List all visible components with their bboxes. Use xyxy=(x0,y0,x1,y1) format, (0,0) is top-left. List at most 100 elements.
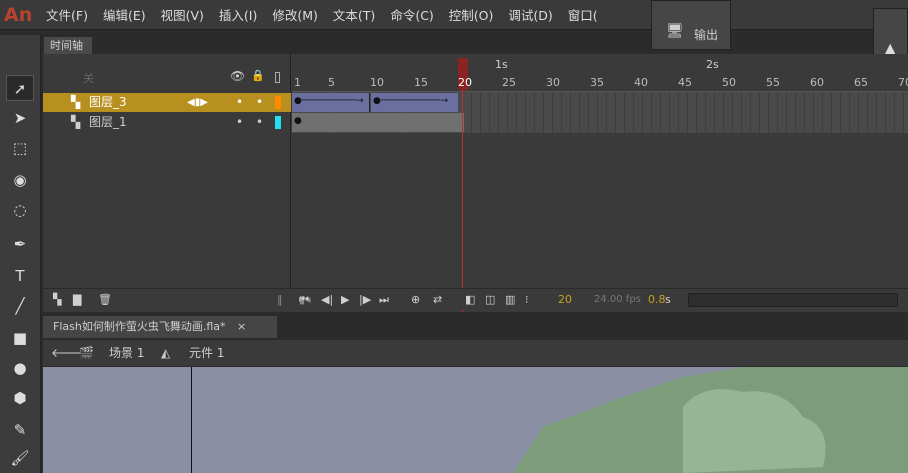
eye-icon[interactable]: 👁 xyxy=(230,69,245,83)
ruler-label: 35 xyxy=(590,76,604,89)
menu-edit[interactable]: 编辑(E) xyxy=(103,5,146,24)
symbol-icon: ◭ xyxy=(161,346,171,360)
polystar-tool-icon[interactable]: ⬢ xyxy=(6,385,34,411)
prev-frame-icon[interactable]: ◀| xyxy=(321,289,333,311)
menu-window[interactable]: 窗口( xyxy=(568,5,598,24)
timeline-toolbar: ▚ ▇ 🗑 ▮◂ ‖ ⏮ ◀| ▶ |▶ ⏭ ⊕ ⇄ ◧ ◫ ▥ ⁝ 20 24… xyxy=(43,288,908,310)
menu-text[interactable]: 文本(T) xyxy=(333,5,375,24)
ruler-label: 10 xyxy=(370,76,384,89)
layers-header-label: 关 xyxy=(83,72,94,85)
center-frame-icon[interactable]: ⊕ xyxy=(411,289,420,311)
visible-dot[interactable]: • xyxy=(236,113,243,132)
monitor-icon: 🖥 xyxy=(666,23,684,39)
app-logo: An xyxy=(4,3,33,26)
ruler-label: 55 xyxy=(766,76,780,89)
frame-rate[interactable]: 24.00 fps xyxy=(594,289,641,311)
menu-bar: An 文件(F) 编辑(E) 视图(V) 插入(I) 修改(M) 文本(T) 命… xyxy=(0,0,908,30)
text-tool-icon[interactable]: T xyxy=(6,263,34,289)
clapperboard-icon: 🎬 xyxy=(79,346,94,360)
tab-timeline[interactable]: 时间轴 xyxy=(44,37,92,54)
free-transform-tool-icon[interactable]: ⬚ xyxy=(6,135,34,161)
frames-grid[interactable]: ●──────────→ ●───────────→ ● xyxy=(292,92,908,133)
next-frame-icon[interactable]: |▶ xyxy=(359,289,371,311)
breadcrumb-scene[interactable]: 场景 1 xyxy=(109,340,144,366)
menu-control[interactable]: 控制(O) xyxy=(449,5,494,24)
motion-path-icon: ◀▮▶ xyxy=(187,97,208,108)
new-layer-icon[interactable]: ▚ xyxy=(53,289,61,311)
new-folder-icon[interactable]: ▇ xyxy=(73,289,81,311)
ruler-label: 60 xyxy=(810,76,824,89)
lock-icon[interactable]: 🔒 xyxy=(251,69,265,82)
ruler-label: 20 xyxy=(458,76,472,89)
static-frames-span[interactable]: ● xyxy=(292,113,464,132)
selection-tool-icon[interactable]: ➚ xyxy=(6,75,34,101)
3d-rotation-tool-icon[interactable]: ◉ xyxy=(6,167,34,193)
current-frame[interactable]: 20 xyxy=(558,289,572,311)
menu-file[interactable]: 文件(F) xyxy=(46,5,88,24)
motion-tween-span[interactable]: ●──────────→ xyxy=(292,93,370,112)
layer-row[interactable]: ▚ 图层_3 ◀▮▶ • • xyxy=(43,93,291,112)
layer-icon: ▚ xyxy=(71,115,81,129)
edit-multiple-icon[interactable]: ▥ xyxy=(505,289,515,311)
layer-color-swatch[interactable] xyxy=(275,116,281,129)
menu-insert[interactable]: 插入(I) xyxy=(219,5,257,24)
pencil-tool-icon[interactable]: ✎ xyxy=(6,417,34,443)
menu-view[interactable]: 视图(V) xyxy=(161,5,204,24)
breadcrumb: 🡐 🎬 场景 1 ◭ 元件 1 xyxy=(43,340,908,366)
ruler-label: 15 xyxy=(414,76,428,89)
close-tab-icon[interactable]: × xyxy=(237,320,246,333)
menu-commands[interactable]: 命令(C) xyxy=(390,5,433,24)
ruler-label: 5 xyxy=(328,76,335,89)
document-title: Flash如何制作萤火虫飞舞动画.fla* xyxy=(53,320,226,333)
subselection-tool-icon[interactable]: ➤ xyxy=(6,105,34,131)
onion-markers-icon[interactable]: ⁝ xyxy=(525,289,529,311)
oval-tool-icon[interactable]: ● xyxy=(6,355,34,381)
lasso-tool-icon[interactable]: ◌ xyxy=(6,197,34,223)
second-marker: 2s xyxy=(706,58,719,71)
elapsed-time[interactable]: 0.8 xyxy=(648,289,666,311)
motion-tween-span[interactable]: ●───────────→ xyxy=(371,93,458,112)
ruler-label: 50 xyxy=(722,76,736,89)
timeline-scrollbar[interactable] xyxy=(688,293,898,307)
elapsed-unit: s xyxy=(665,293,671,306)
playhead-line xyxy=(462,90,463,312)
brush-tool-icon[interactable]: 🖌 xyxy=(6,445,34,471)
layer-color-swatch[interactable] xyxy=(275,96,281,109)
document-tab[interactable]: Flash如何制作萤火虫飞舞动画.fla* × xyxy=(43,316,277,338)
outline-icon[interactable] xyxy=(275,72,280,83)
ruler-label: 45 xyxy=(678,76,692,89)
rectangle-tool-icon[interactable]: ■ xyxy=(6,325,34,351)
stage-canvas[interactable] xyxy=(43,367,908,473)
ruler-label: 1 xyxy=(294,76,301,89)
layers-panel: 关 👁 🔒 xyxy=(43,54,291,288)
pen-tool-icon[interactable]: ✒ xyxy=(6,231,34,257)
tree-shape xyxy=(513,367,908,473)
breadcrumb-symbol[interactable]: 元件 1 xyxy=(189,340,224,366)
delete-icon[interactable]: 🗑 xyxy=(98,289,112,311)
layer-row[interactable]: ▚ 图层_1 • • xyxy=(43,113,291,132)
ruler-label: 65 xyxy=(854,76,868,89)
output-panel[interactable]: 🖥 输出 xyxy=(651,0,731,50)
line-tool-icon[interactable]: ╱ xyxy=(6,293,34,319)
tools-panel: ➚ ➤ ⬚ ◉ ◌ ✒ T ╱ ■ ● ⬢ ✎ 🖌 xyxy=(0,35,41,473)
layer-name: 图层_1 xyxy=(89,115,127,129)
ruler-label: 30 xyxy=(546,76,560,89)
visible-dot[interactable]: • xyxy=(236,93,243,112)
ruler-label: 70 xyxy=(898,76,908,89)
lock-dot[interactable]: • xyxy=(256,93,263,112)
first-frame-icon[interactable]: ⏮ xyxy=(299,289,309,311)
play-icon[interactable]: ▶ xyxy=(341,289,349,311)
lock-dot[interactable]: • xyxy=(256,113,263,132)
menu-modify[interactable]: 修改(M) xyxy=(272,5,318,24)
layer-name: 图层_3 xyxy=(89,95,127,109)
layer-icon: ▚ xyxy=(71,95,81,109)
onion-outline-icon[interactable]: ◫ xyxy=(485,289,495,311)
second-marker: 1s xyxy=(495,58,508,71)
ruler-label: 40 xyxy=(634,76,648,89)
last-frame-icon[interactable]: ⏭ xyxy=(379,289,389,311)
output-label: 输出 xyxy=(694,28,719,42)
onion-skin-icon[interactable]: ◧ xyxy=(465,289,475,311)
separator-icon: ‖ xyxy=(277,293,283,306)
loop-icon[interactable]: ⇄ xyxy=(433,289,442,311)
menu-debug[interactable]: 调试(D) xyxy=(508,5,552,24)
